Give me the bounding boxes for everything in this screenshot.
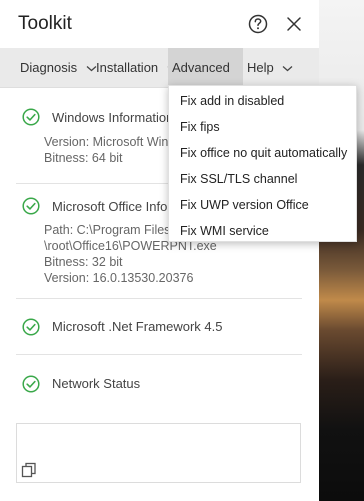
check-circle-icon <box>22 318 40 336</box>
dotnet-section: Microsoft .Net Framework 4.5 <box>16 298 302 355</box>
check-circle-icon <box>22 375 40 393</box>
menu-advanced[interactable]: Advanced <box>168 48 243 111</box>
output-textarea[interactable] <box>16 423 301 483</box>
section-line: Version: 16.0.13530.20376 <box>44 271 194 285</box>
copy-icon[interactable] <box>21 462 37 478</box>
check-circle-icon <box>22 197 40 215</box>
desktop-wallpaper <box>318 0 364 501</box>
chevron-down-icon <box>282 66 293 72</box>
menu-item-fix-add-in-disabled[interactable]: Fix add in disabled <box>169 88 356 114</box>
help-icon[interactable] <box>248 14 268 34</box>
menu-item-fix-wmi-service[interactable]: Fix WMI service <box>169 218 356 244</box>
menu-help[interactable]: Help <box>243 48 297 87</box>
menu-item-fix-uwp-office[interactable]: Fix UWP version Office <box>169 192 356 218</box>
menu-label: Installation <box>96 60 159 75</box>
menu-label: Help <box>247 60 274 75</box>
check-circle-icon <box>22 108 40 126</box>
close-icon[interactable] <box>286 16 302 32</box>
section-line: Bitness: 64 bit <box>44 151 123 165</box>
menu-item-fix-ssl-tls[interactable]: Fix SSL/TLS channel <box>169 166 356 192</box>
title-bar: Toolkit <box>0 0 319 48</box>
menu-label: Diagnosis <box>20 60 78 75</box>
advanced-dropdown-menu: Fix add in disabled Fix fips Fix office … <box>168 85 357 242</box>
menu-bar: Diagnosis Installation Advanced Help <box>0 48 319 111</box>
window-title: Toolkit <box>18 13 72 34</box>
section-line: Bitness: 32 bit <box>44 255 123 269</box>
menu-label: Advanced <box>172 60 230 75</box>
section-title: Microsoft .Net Framework 4.5 <box>52 319 223 334</box>
toolkit-panel: Toolkit Diagnosis Installation Advanced … <box>0 0 319 501</box>
section-title: Network Status <box>52 376 141 391</box>
menu-item-fix-fips[interactable]: Fix fips <box>169 114 356 140</box>
menu-item-fix-office-no-quit[interactable]: Fix office no quit automatically <box>169 140 356 166</box>
menu-diagnosis[interactable]: Diagnosis <box>16 48 101 87</box>
section-title: Windows Information <box>52 110 174 125</box>
network-section: Network Status <box>16 354 302 410</box>
